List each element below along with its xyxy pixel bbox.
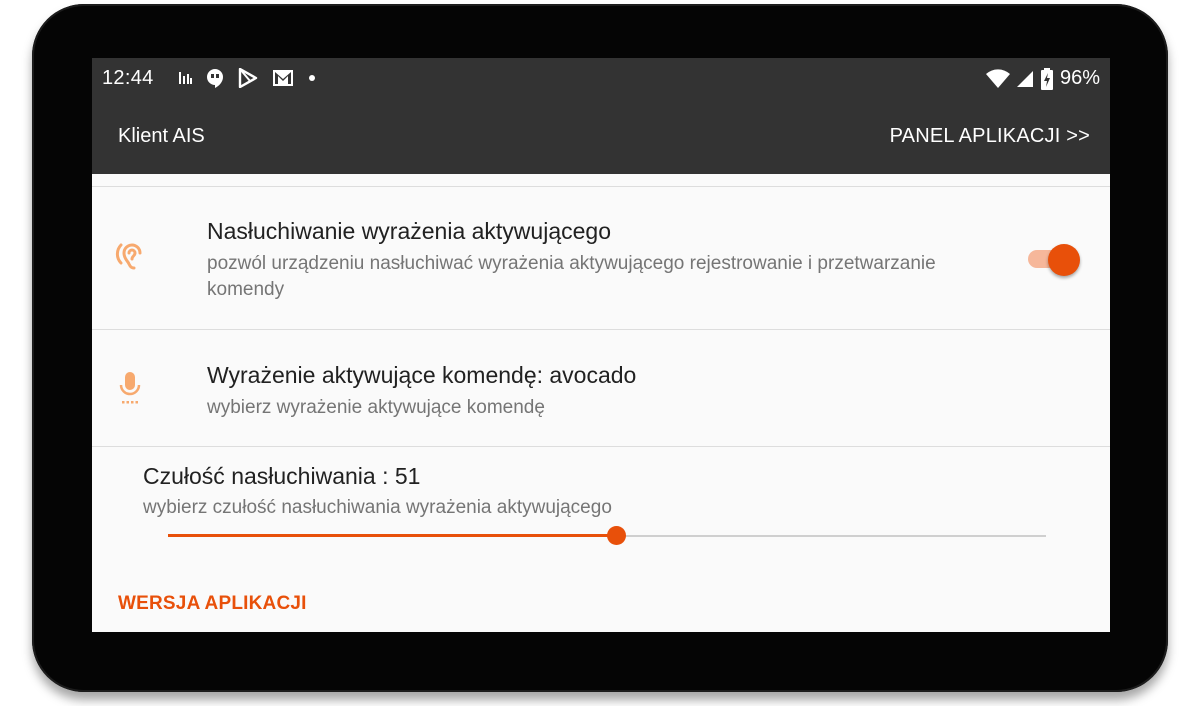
sensitivity-slider[interactable] xyxy=(168,526,1046,546)
pref-title: Wyrażenie aktywujące komendę: avocado xyxy=(207,362,637,388)
battery-percent: 96% xyxy=(1059,67,1100,89)
app-title: Klient AIS xyxy=(118,125,205,147)
notification-icons xyxy=(178,68,316,88)
status-bar: 12:44 96% xyxy=(92,58,1110,98)
cell-signal-icon xyxy=(1016,70,1033,87)
divider xyxy=(92,446,1110,447)
status-time: 12:44 xyxy=(102,67,154,89)
wifi-icon xyxy=(985,68,1010,88)
pref-summary: pozwól urządzeniu nasłuchiwać wyrażenia … xyxy=(207,253,936,300)
status-indicators: 96% xyxy=(985,67,1100,90)
divider xyxy=(92,329,1110,330)
pref-title: Nasłuchiwanie wyrażenia aktywującego xyxy=(207,218,611,244)
gmail-icon xyxy=(273,70,293,86)
pref-title: Czułość nasłuchiwania : 51 xyxy=(143,463,421,489)
pref-summary: wybierz czułość nasłuchiwania wyrażenia … xyxy=(143,497,612,518)
section-header-app-version: WERSJA APLIKACJI xyxy=(118,593,307,614)
pref-summary: wybierz wyrażenie aktywujące komendę xyxy=(207,397,545,418)
hotword-toggle[interactable] xyxy=(1028,244,1080,276)
hangouts-icon xyxy=(207,69,223,88)
app-screen: 12:44 96% Klient AIS PANEL APLIKACJI >> … xyxy=(92,58,1110,632)
divider xyxy=(92,186,1110,187)
dot-icon xyxy=(309,75,315,81)
battery-charging-icon xyxy=(1040,67,1053,90)
slider-fill xyxy=(168,534,616,537)
app-toolbar: Klient AIS PANEL APLIKACJI >> xyxy=(92,98,1110,174)
toggle-thumb[interactable] xyxy=(1048,244,1080,276)
microphone-icon xyxy=(119,372,141,404)
slider-thumb[interactable] xyxy=(606,526,626,545)
play-store-icon xyxy=(238,68,258,88)
app-panel-button[interactable]: PANEL APLIKACJI >> xyxy=(890,125,1090,148)
signal-bars-icon xyxy=(179,72,192,84)
ear-icon xyxy=(115,243,142,270)
